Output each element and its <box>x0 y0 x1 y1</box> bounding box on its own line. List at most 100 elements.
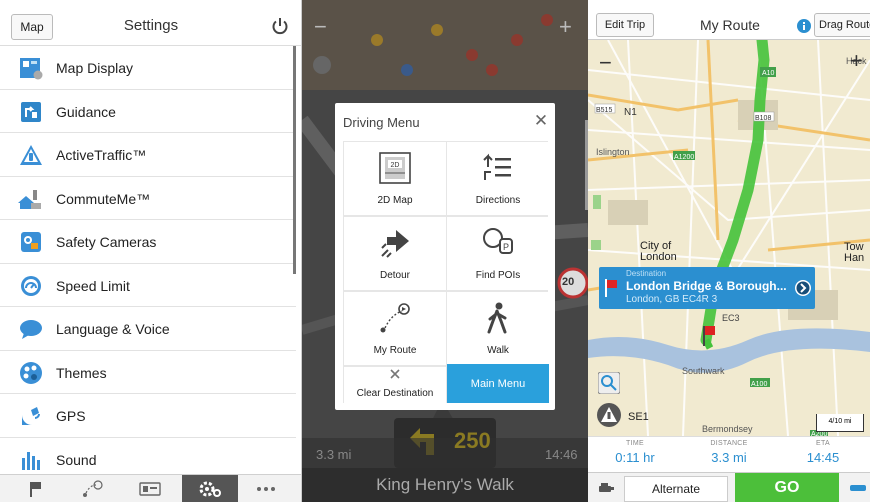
route-actions: Alternate GO <box>588 472 870 502</box>
search-map-icon[interactable] <box>598 372 620 394</box>
themes-icon <box>20 361 42 384</box>
tab-route[interactable] <box>64 475 120 502</box>
map-button[interactable]: Map <box>11 14 53 40</box>
menu-item-detour[interactable]: Detour <box>344 217 446 290</box>
settings-item-label: Safety Cameras <box>56 234 157 250</box>
drag-route-button[interactable]: Drag Route <box>814 13 870 37</box>
guidance-icon <box>21 101 41 122</box>
walk-icon <box>487 302 507 334</box>
menu-item-label: Clear Destination <box>356 388 434 399</box>
settings-item-label: Sound <box>56 451 97 468</box>
more-icon <box>257 487 275 491</box>
svg-text:B108: B108 <box>755 115 771 122</box>
tab-settings[interactable] <box>182 475 238 502</box>
stat-value: 3.3 mi <box>711 450 747 465</box>
remaining-distance: 3.3 mi <box>316 447 352 462</box>
settings-item-map-display[interactable]: Map Display <box>0 46 296 90</box>
current-street: King Henry's Walk <box>302 468 588 502</box>
settings-item-guidance[interactable]: Guidance <box>0 90 296 133</box>
destination-callout[interactable]: Destination London Bridge & Borough... L… <box>599 267 815 309</box>
camera-icon <box>21 232 41 252</box>
svg-text:A100: A100 <box>751 381 767 388</box>
power-icon[interactable] <box>271 17 289 35</box>
tab-card[interactable] <box>122 475 178 502</box>
svg-text:SE1: SE1 <box>628 411 649 423</box>
svg-text:A10: A10 <box>762 70 775 77</box>
scrollbar[interactable] <box>293 46 296 274</box>
stat-time: TIME 0:11 hr <box>588 437 682 465</box>
bottom-tab-bar <box>0 474 301 502</box>
route-header: Edit Trip My Route Drag Route <box>588 0 870 40</box>
settings-icon <box>199 481 221 497</box>
menu-item-label: 2D Map <box>377 195 413 206</box>
svg-text:N1: N1 <box>624 107 637 118</box>
svg-text:B515: B515 <box>596 107 612 114</box>
next-turn-distance: 250 <box>454 428 491 453</box>
stat-key: TIME <box>626 440 644 447</box>
driving-panel: − + 20 3.3 mi 250 14:46 King Henry's Wal… <box>302 0 588 502</box>
chevron-right-icon[interactable] <box>795 280 811 296</box>
settings-item-label: Language & Voice <box>56 321 170 337</box>
tab-more[interactable] <box>238 475 294 502</box>
bus-icon[interactable] <box>850 483 866 493</box>
svg-text:P: P <box>503 242 509 252</box>
flag-icon <box>30 482 41 497</box>
menu-item-label: My Route <box>373 345 417 356</box>
go-button[interactable]: GO <box>735 473 839 502</box>
settings-item-themes[interactable]: Themes <box>0 351 296 394</box>
destination-flag-icon <box>605 279 617 297</box>
settings-item-label: Map Display <box>56 60 134 76</box>
zoom-in-icon[interactable]: + <box>559 14 572 40</box>
menu-item-walk[interactable]: Walk <box>447 292 549 365</box>
svg-text:Islington: Islington <box>596 147 630 157</box>
stat-key: ETA <box>816 440 830 447</box>
settings-item-label: CommuteMe™ <box>56 190 151 207</box>
settings-item-commuteme[interactable]: CommuteMe™ <box>0 177 296 220</box>
map-scale: 4/10 mi <box>816 414 864 432</box>
car-icon[interactable] <box>598 482 614 494</box>
settings-item-label: GPS <box>56 408 86 424</box>
callout-title: London Bridge & Borough... <box>626 279 787 293</box>
arrival-time: 14:46 <box>545 447 578 462</box>
speed-limit-sign: 20 <box>562 276 575 288</box>
menu-item-directions[interactable]: Directions <box>447 142 549 215</box>
menu-item-label: Walk <box>487 345 509 356</box>
traffic-warning-icon[interactable] <box>596 402 622 428</box>
zoom-out-icon[interactable]: − <box>314 14 327 40</box>
tab-flag[interactable] <box>8 475 64 502</box>
settings-item-activetraffic[interactable]: ActiveTraffic™ <box>0 133 296 177</box>
settings-item-language-voice[interactable]: Language & Voice <box>0 307 296 351</box>
settings-item-label: ActiveTraffic™ <box>56 147 147 163</box>
close-icon[interactable]: ✕ <box>531 111 551 131</box>
settings-item-speed-limit[interactable]: Speed Limit <box>0 264 296 307</box>
detour-icon <box>381 230 409 258</box>
zoom-out-icon[interactable]: − <box>599 50 612 76</box>
menu-item-label: Find POIs <box>475 270 521 281</box>
language-icon <box>20 320 42 339</box>
clear-icon <box>390 369 400 379</box>
route-stats: TIME 0:11 hr DISTANCE 3.3 mi ETA 14:45 <box>588 436 870 472</box>
alternate-button[interactable]: Alternate <box>624 476 728 502</box>
main-menu-button[interactable]: Main Menu <box>447 364 549 403</box>
svg-text:EC3: EC3 <box>722 313 740 323</box>
zoom-in-icon[interactable]: + <box>850 48 863 74</box>
svg-text:A1200: A1200 <box>674 154 694 161</box>
menu-item-clear-destination[interactable]: Clear Destination <box>344 367 446 403</box>
menu-item-my-route[interactable]: My Route <box>344 292 446 365</box>
settings-title: Settings <box>123 17 179 34</box>
settings-item-gps[interactable]: GPS <box>0 394 296 438</box>
menu-item-2d-map[interactable]: 2D 2D Map <box>344 142 446 215</box>
speed-icon <box>21 275 41 296</box>
settings-list: Map Display Guidance ActiveTraffic™ Comm… <box>0 46 296 481</box>
edit-trip-button[interactable]: Edit Trip <box>596 13 654 37</box>
info-icon[interactable] <box>797 19 811 33</box>
settings-item-safety-cameras[interactable]: Safety Cameras <box>0 220 296 264</box>
card-icon <box>139 482 161 496</box>
gps-icon <box>22 407 40 425</box>
svg-text:London: London <box>640 251 677 263</box>
map-2d-icon: 2D <box>379 152 411 184</box>
stat-value: 0:11 hr <box>615 450 655 465</box>
route-map[interactable]: A10 A1200 A100 B515 B108 A200 N1 Islingt… <box>588 40 870 436</box>
menu-item-find-pois[interactable]: P Find POIs <box>447 217 549 290</box>
route-icon <box>83 480 103 497</box>
